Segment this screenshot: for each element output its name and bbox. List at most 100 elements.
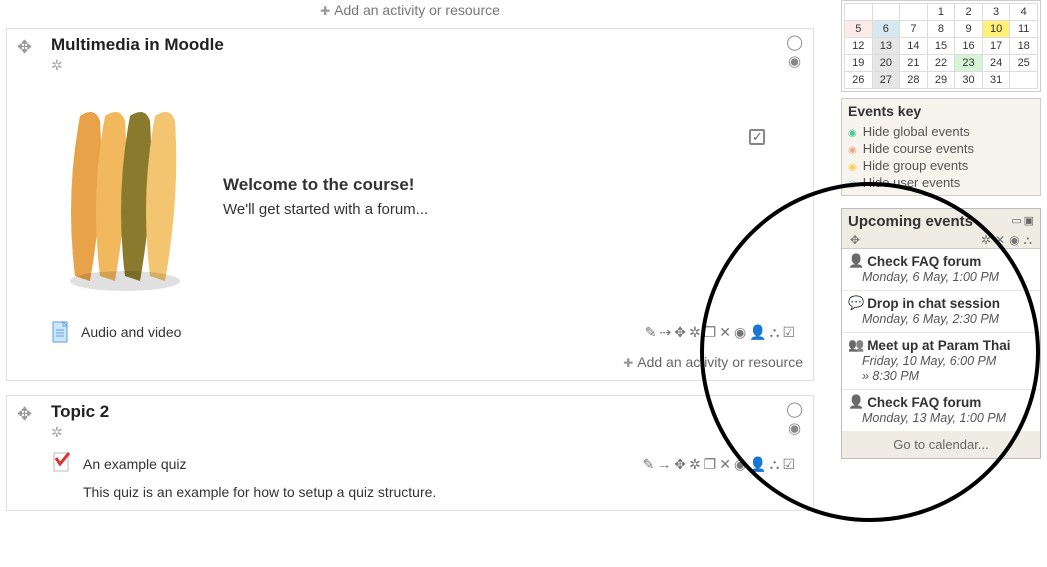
calendar-day[interactable]: 17 xyxy=(982,38,1010,55)
duplicate-icon[interactable]: ❐ xyxy=(704,325,717,339)
move-icon[interactable]: ✥ xyxy=(674,457,686,471)
add-activity-top[interactable]: Add an activity or resource xyxy=(0,0,820,22)
section-title: Topic 2 xyxy=(51,402,803,422)
key-label: Hide user events xyxy=(863,175,961,190)
event-time: Monday, 6 May, 1:00 PM xyxy=(848,270,1034,284)
gear-icon[interactable]: ✲ xyxy=(981,234,991,246)
calendar-day[interactable]: 26 xyxy=(845,72,873,89)
eye-icon xyxy=(848,141,857,156)
calendar-day[interactable]: 23 xyxy=(955,55,983,72)
move-handle-icon[interactable]: ✥ xyxy=(17,404,32,425)
calendar-day[interactable]: 12 xyxy=(845,38,873,55)
eye-icon[interactable]: ◉ xyxy=(788,421,801,436)
calendar-day[interactable]: 30 xyxy=(955,72,983,89)
move-handle-icon[interactable]: ✥ xyxy=(17,37,32,58)
collapse-icon[interactable]: ▭ xyxy=(1011,216,1021,227)
move-right-icon[interactable]: → xyxy=(657,457,671,471)
calendar-day[interactable]: 19 xyxy=(845,55,873,72)
calendar-day[interactable]: 25 xyxy=(1010,55,1038,72)
calendar-day[interactable]: 21 xyxy=(900,55,928,72)
move-icon[interactable]: ✥ xyxy=(674,325,686,339)
event-item[interactable]: Meet up at Param ThaiFriday, 10 May, 6:0… xyxy=(842,333,1040,390)
calendar-day[interactable]: 16 xyxy=(955,38,983,55)
activity-label[interactable]: An example quiz xyxy=(83,456,187,472)
course-section-multimedia: ✥ Multimedia in Moodle ✲ ◯ ◉ xyxy=(6,28,814,381)
dock-icon[interactable]: ▣ xyxy=(1024,216,1034,227)
assign-icon[interactable]: 👤 xyxy=(749,325,766,339)
calendar-day[interactable]: 31 xyxy=(982,72,1010,89)
calendar-day[interactable]: 24 xyxy=(982,55,1010,72)
calendar-day[interactable]: 13 xyxy=(872,38,900,55)
calendar-day[interactable]: 6 xyxy=(872,21,900,38)
event-item[interactable]: Check FAQ forumMonday, 6 May, 1:00 PM xyxy=(842,249,1040,291)
key-user[interactable]: Hide user events xyxy=(848,174,1034,191)
move-block-icon[interactable]: ✥ xyxy=(850,234,860,246)
calendar-day xyxy=(900,4,928,21)
edit-section-gear[interactable]: ✲ xyxy=(51,424,803,441)
resource-edit-toolbar: ✎ ⇢ ✥ ✲ ❐ ✕ ◉ 👤 ⛬ ☑ xyxy=(645,325,795,339)
activity-edit-toolbar: ✎ → ✥ ✲ ❐ ✕ ◉ 👤 ⛬ ☑ xyxy=(642,457,795,471)
event-time: Monday, 6 May, 2:30 PM xyxy=(848,312,1034,326)
resource-label[interactable]: Audio and video xyxy=(81,324,181,340)
calendar-day[interactable]: 9 xyxy=(955,21,983,38)
gear-icon[interactable]: ✲ xyxy=(689,325,701,339)
calendar-day[interactable]: 27 xyxy=(872,72,900,89)
add-activity-label: Add an activity or resource xyxy=(637,354,803,370)
add-activity-label: Add an activity or resource xyxy=(334,2,500,18)
lightbulb-icon[interactable]: ◯ xyxy=(786,35,803,50)
calendar-day[interactable]: 10 xyxy=(982,21,1010,38)
calendar-day xyxy=(845,4,873,21)
delete-icon[interactable]: ✕ xyxy=(719,457,731,471)
completion-icon[interactable]: ☑ xyxy=(782,457,795,471)
calendar-day[interactable]: 15 xyxy=(927,38,955,55)
calendar-day[interactable]: 8 xyxy=(927,21,955,38)
event-item[interactable]: Drop in chat sessionMonday, 6 May, 2:30 … xyxy=(842,291,1040,333)
event-item[interactable]: Check FAQ forumMonday, 13 May, 1:00 PM xyxy=(842,390,1040,431)
event-time: Monday, 13 May, 1:00 PM xyxy=(848,411,1034,425)
hide-icon[interactable]: ◉ xyxy=(734,325,746,339)
delete-icon[interactable]: ✕ xyxy=(719,325,731,339)
calendar-day xyxy=(872,4,900,21)
edit-icon[interactable]: ✎ xyxy=(642,457,654,471)
hide-icon[interactable]: ◉ xyxy=(734,457,746,471)
calendar-day[interactable]: 3 xyxy=(982,4,1010,21)
eye-icon[interactable]: ◉ xyxy=(788,54,801,69)
calendar-day[interactable]: 5 xyxy=(845,21,873,38)
duplicate-icon[interactable]: ❐ xyxy=(704,457,717,471)
calendar-day[interactable]: 7 xyxy=(900,21,928,38)
calendar-day[interactable]: 1 xyxy=(927,4,955,21)
calendar-day[interactable]: 28 xyxy=(900,72,928,89)
calendar-day[interactable]: 18 xyxy=(1010,38,1038,55)
event-title-text: Meet up at Param Thai xyxy=(867,338,1010,353)
completion-icon[interactable]: ☑ xyxy=(782,325,795,339)
calendar-day[interactable]: 2 xyxy=(955,4,983,21)
key-global[interactable]: Hide global events xyxy=(848,123,1034,140)
go-to-calendar-link[interactable]: Go to calendar... xyxy=(842,431,1040,458)
section-title: Multimedia in Moodle xyxy=(51,35,803,55)
calendar-day[interactable]: 29 xyxy=(927,72,955,89)
completion-checkbox[interactable] xyxy=(749,129,765,145)
move-right-icon[interactable]: ⇢ xyxy=(659,325,671,339)
user-icon xyxy=(848,253,864,269)
calendar-day[interactable]: 14 xyxy=(900,38,928,55)
calendar-day[interactable]: 11 xyxy=(1010,21,1038,38)
add-activity-link[interactable]: Add an activity or resource xyxy=(51,354,803,370)
hide-block-icon[interactable]: ◉ xyxy=(1009,234,1019,246)
quiz-icon xyxy=(51,451,73,476)
calendar-day[interactable]: 22 xyxy=(927,55,955,72)
calendar-day[interactable]: 4 xyxy=(1010,4,1038,21)
user-icon xyxy=(848,394,864,410)
delete-block-icon[interactable]: ✕ xyxy=(995,234,1005,246)
lightbulb-icon[interactable]: ◯ xyxy=(786,402,803,417)
key-course[interactable]: Hide course events xyxy=(848,140,1034,157)
assign-icon[interactable]: 👤 xyxy=(749,457,766,471)
roles-icon[interactable]: ⛬ xyxy=(1024,234,1032,246)
group-icon[interactable]: ⛬ xyxy=(770,325,780,339)
key-group[interactable]: Hide group events xyxy=(848,157,1034,174)
calendar-day[interactable]: 20 xyxy=(872,55,900,72)
edit-icon[interactable]: ✎ xyxy=(645,325,657,339)
gear-icon[interactable]: ✲ xyxy=(689,457,701,471)
activity-description: This quiz is an example for how to setup… xyxy=(83,484,803,500)
edit-section-gear[interactable]: ✲ xyxy=(51,57,803,74)
group-icon[interactable]: ⛬ xyxy=(770,457,780,471)
